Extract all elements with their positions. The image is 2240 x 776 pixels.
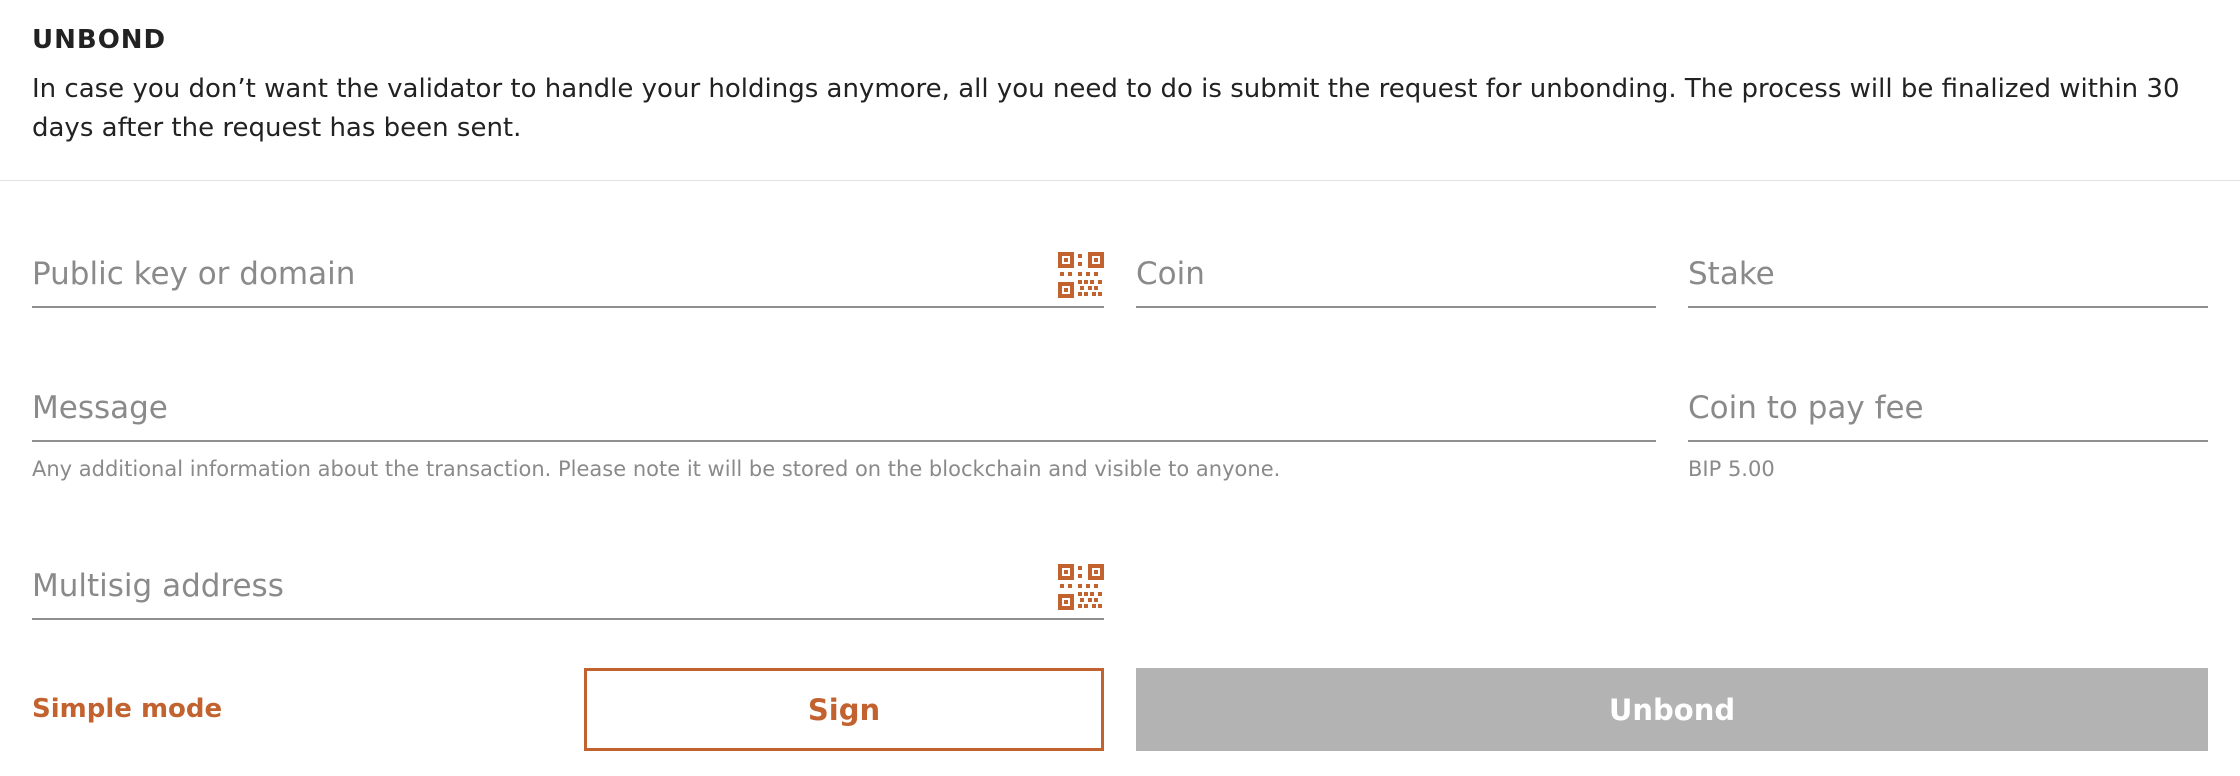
- stake-field-wrapper: [1688, 248, 2208, 308]
- stake-input[interactable]: [1688, 256, 2208, 292]
- simple-mode-link[interactable]: Simple mode: [32, 694, 222, 724]
- fee-hint: BIP 5.00: [1688, 457, 1775, 481]
- divider: [0, 180, 2240, 181]
- public-key-input[interactable]: [32, 256, 1044, 292]
- page-title: UNBOND: [32, 25, 167, 55]
- page-description: In case you don’t want the validator to …: [32, 74, 2180, 143]
- qr-code-icon[interactable]: [1058, 252, 1104, 298]
- message-field-wrapper: [32, 382, 1656, 442]
- multisig-field-wrapper: [32, 560, 1104, 620]
- fee-coin-input[interactable]: [1688, 390, 2208, 426]
- message-hint: Any additional information about the tra…: [32, 457, 1281, 481]
- qr-code-icon[interactable]: [1058, 564, 1104, 610]
- coin-input[interactable]: [1136, 256, 1656, 292]
- unbond-button[interactable]: Unbond: [1136, 668, 2208, 751]
- fee-coin-field-wrapper: [1688, 382, 2208, 442]
- unbond-header: UNBOND In case you don’t want the valida…: [32, 24, 2212, 148]
- message-input[interactable]: [32, 390, 1656, 426]
- coin-field-wrapper: [1136, 248, 1656, 308]
- sign-button[interactable]: Sign: [584, 668, 1104, 751]
- public-key-field-wrapper: [32, 248, 1104, 308]
- multisig-address-input[interactable]: [32, 568, 1044, 604]
